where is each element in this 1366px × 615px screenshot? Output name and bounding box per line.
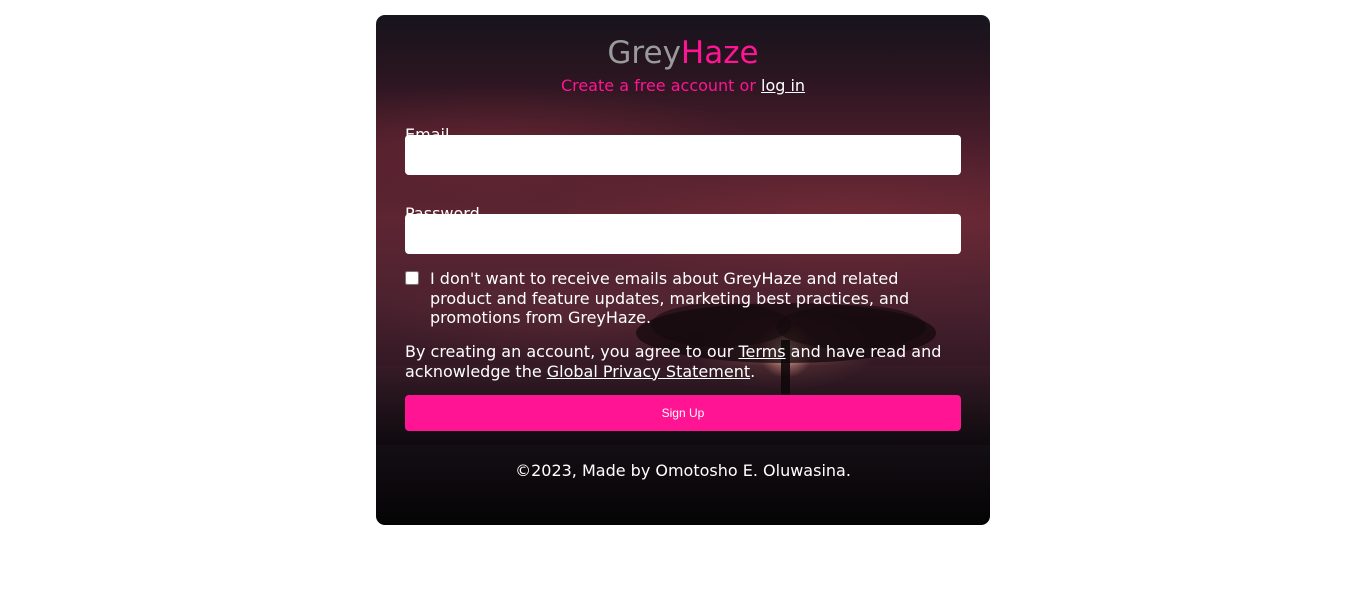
brand-logo-part-grey: Grey	[607, 35, 681, 71]
footer-credit: ©2023, Made by Omotosho E. Oluwasina.	[515, 461, 851, 480]
brand-logo-part-haze: Haze	[680, 35, 759, 71]
terms-prefix: By creating an account, you agree to our	[405, 342, 739, 361]
email-opt-out-label: I don't want to receive emails about Gre…	[430, 269, 910, 327]
page-subtitle: Create a free account or log in	[376, 76, 990, 96]
privacy-statement-link[interactable]: Global Privacy Statement	[547, 362, 750, 381]
email-opt-out-checkbox[interactable]	[405, 271, 419, 285]
password-field[interactable]	[405, 214, 961, 254]
email-field[interactable]	[405, 135, 961, 175]
email-opt-out-row: I don't want to receive emails about Gre…	[405, 269, 961, 328]
terms-notice: By creating an account, you agree to our…	[405, 342, 945, 381]
brand-logo: GreyHaze	[376, 34, 990, 72]
terms-link[interactable]: Terms	[738, 342, 785, 361]
terms-suffix: .	[750, 361, 756, 381]
subtitle-text: Create a free account or	[560, 76, 761, 95]
sign-up-button[interactable]: Sign Up	[405, 395, 961, 431]
login-link[interactable]: log in	[761, 76, 805, 95]
signup-card: GreyHaze Create a free account or log in…	[376, 15, 990, 525]
